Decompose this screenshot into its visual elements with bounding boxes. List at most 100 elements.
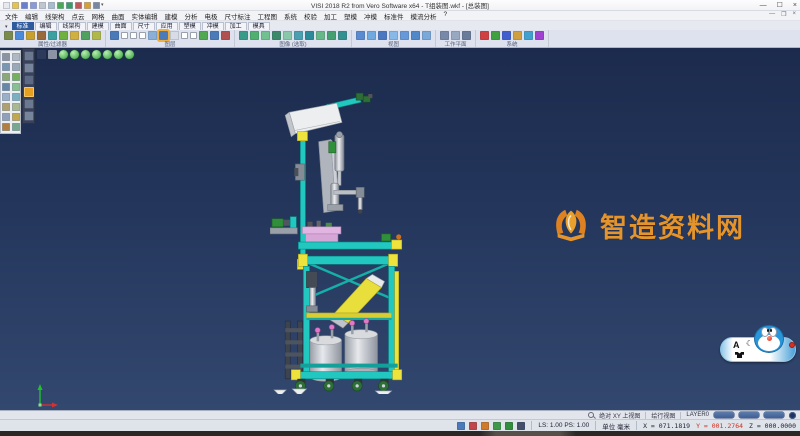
vp-dark-icon[interactable] bbox=[37, 50, 46, 59]
select-tool-icon[interactable] bbox=[2, 53, 10, 61]
undo-icon[interactable] bbox=[57, 2, 64, 9]
vp-sphere-4-icon[interactable] bbox=[92, 50, 101, 59]
trim-icon[interactable] bbox=[12, 103, 20, 111]
snap-point-icon[interactable] bbox=[2, 73, 10, 81]
new-file-icon[interactable] bbox=[3, 2, 10, 9]
plane-icon[interactable] bbox=[12, 93, 20, 101]
system-calc-icon[interactable] bbox=[491, 31, 500, 40]
menu-item[interactable]: 电极 bbox=[205, 11, 218, 21]
menu-item[interactable]: 校验 bbox=[304, 11, 317, 21]
ribbon-tab[interactable]: 模具 bbox=[248, 22, 270, 30]
maximize-button[interactable]: ☐ bbox=[777, 1, 783, 10]
ribbon-tab[interactable]: 应用 bbox=[156, 22, 178, 30]
close-button[interactable]: × bbox=[793, 1, 797, 10]
vp-sphere-1-icon[interactable] bbox=[59, 50, 68, 59]
layer-quick-button-1[interactable] bbox=[714, 412, 734, 418]
entity-snap-icon[interactable] bbox=[493, 422, 501, 430]
color-well-icon[interactable] bbox=[789, 412, 796, 419]
chamfer-icon[interactable] bbox=[12, 123, 20, 131]
zoom-fit-icon[interactable] bbox=[316, 31, 325, 40]
dock-layers-icon[interactable] bbox=[24, 63, 34, 73]
menu-item[interactable]: 标准件 bbox=[384, 11, 404, 21]
system-settings-icon[interactable] bbox=[480, 31, 489, 40]
line-weight-icon[interactable] bbox=[37, 31, 46, 40]
fillet-icon[interactable] bbox=[2, 123, 10, 131]
attribute-icon[interactable] bbox=[4, 31, 13, 40]
menu-item[interactable]: 文件 bbox=[5, 11, 18, 21]
system-tools-icon[interactable] bbox=[513, 31, 522, 40]
transparency-icon[interactable] bbox=[283, 31, 292, 40]
menu-item[interactable]: 编辑 bbox=[25, 11, 38, 21]
menu-item[interactable]: 模流分析 bbox=[411, 11, 437, 21]
save-icon[interactable] bbox=[21, 2, 28, 9]
vp-sphere-7-icon[interactable] bbox=[125, 50, 134, 59]
view-top-icon[interactable] bbox=[356, 31, 365, 40]
mirror-icon[interactable] bbox=[2, 93, 10, 101]
layer-checkbox-4[interactable] bbox=[181, 32, 188, 39]
measure-icon[interactable] bbox=[12, 63, 20, 71]
mdi-minimize-button[interactable]: — bbox=[769, 11, 775, 18]
rotate-icon[interactable] bbox=[12, 83, 20, 91]
box-select-icon[interactable] bbox=[2, 63, 10, 71]
layer-add-icon[interactable] bbox=[199, 31, 208, 40]
ribbon-tab[interactable]: 塑模 bbox=[179, 22, 201, 30]
mask-icon[interactable] bbox=[70, 31, 79, 40]
active-layer-label[interactable]: LAYER0 bbox=[686, 412, 709, 418]
grid-icon[interactable] bbox=[517, 422, 525, 430]
corner-icon[interactable] bbox=[12, 113, 20, 121]
refresh-icon[interactable] bbox=[505, 422, 513, 430]
properties-icon[interactable] bbox=[92, 31, 101, 40]
open-file-icon[interactable] bbox=[12, 2, 19, 9]
active-layer-icon[interactable] bbox=[159, 31, 168, 40]
view-custom-icon[interactable] bbox=[422, 31, 431, 40]
render-icon[interactable] bbox=[272, 31, 281, 40]
layer-delete-icon[interactable] bbox=[221, 31, 230, 40]
hidden-line-icon[interactable] bbox=[261, 31, 270, 40]
color-filter-icon[interactable] bbox=[15, 31, 24, 40]
system-macro-icon[interactable] bbox=[524, 31, 533, 40]
ribbon-tab[interactable]: 线架构 bbox=[58, 22, 86, 30]
rotate-view-icon[interactable] bbox=[338, 31, 347, 40]
line-style-icon[interactable] bbox=[26, 31, 35, 40]
zoom-window-icon[interactable] bbox=[305, 31, 314, 40]
menu-item[interactable]: 尺寸标注 bbox=[225, 11, 251, 21]
mdi-restore-button[interactable]: ❐ bbox=[781, 11, 786, 18]
layer-visibility-icon[interactable] bbox=[148, 31, 157, 40]
menu-item[interactable]: 加工 bbox=[324, 11, 337, 21]
delete-icon[interactable] bbox=[75, 2, 82, 9]
edit-geom-icon[interactable] bbox=[12, 73, 20, 81]
save-all-icon[interactable] bbox=[30, 2, 37, 9]
vp-sphere-5-icon[interactable] bbox=[103, 50, 112, 59]
ribbon-tab[interactable]: 标准 bbox=[12, 22, 34, 30]
mdi-close-button[interactable]: × bbox=[792, 11, 796, 18]
menu-item[interactable]: 分析 bbox=[185, 11, 198, 21]
extend-icon[interactable] bbox=[2, 113, 10, 121]
section-icon[interactable] bbox=[294, 31, 303, 40]
print-icon[interactable] bbox=[39, 2, 46, 9]
machine-assembly-model[interactable] bbox=[270, 88, 422, 394]
layer-lock-icon[interactable] bbox=[170, 31, 179, 40]
vp-sphere-3-icon[interactable] bbox=[81, 50, 90, 59]
redo-icon[interactable] bbox=[66, 2, 73, 9]
dock-assembly-icon[interactable] bbox=[24, 75, 34, 85]
ribbon-tab[interactable]: 冲模 bbox=[202, 22, 224, 30]
menu-item[interactable]: 建模 bbox=[165, 11, 178, 21]
vp-sphere-6-icon[interactable] bbox=[114, 50, 123, 59]
menu-item[interactable]: 系统 bbox=[284, 11, 297, 21]
view-bottom-icon[interactable] bbox=[411, 31, 420, 40]
workplane-align-icon[interactable] bbox=[451, 31, 460, 40]
ime-toolbar[interactable]: A ☾ bbox=[720, 324, 798, 372]
menu-item[interactable]: 曲面 bbox=[112, 11, 125, 21]
menu-item[interactable]: 实体编辑 bbox=[132, 11, 158, 21]
layer-manager-icon[interactable] bbox=[110, 31, 119, 40]
layer-quick-button-3[interactable] bbox=[764, 412, 784, 418]
text-height-icon[interactable] bbox=[481, 422, 489, 430]
pan-icon[interactable] bbox=[327, 31, 336, 40]
view-back-icon[interactable] bbox=[400, 31, 409, 40]
menu-item[interactable]: 冲模 bbox=[364, 11, 377, 21]
menu-item[interactable]: 网格 bbox=[92, 11, 105, 21]
system-database-icon[interactable] bbox=[502, 31, 511, 40]
move-icon[interactable] bbox=[2, 83, 10, 91]
ribbon-tab[interactable]: 尺寸 bbox=[133, 22, 155, 30]
view-iso-icon[interactable] bbox=[389, 31, 398, 40]
